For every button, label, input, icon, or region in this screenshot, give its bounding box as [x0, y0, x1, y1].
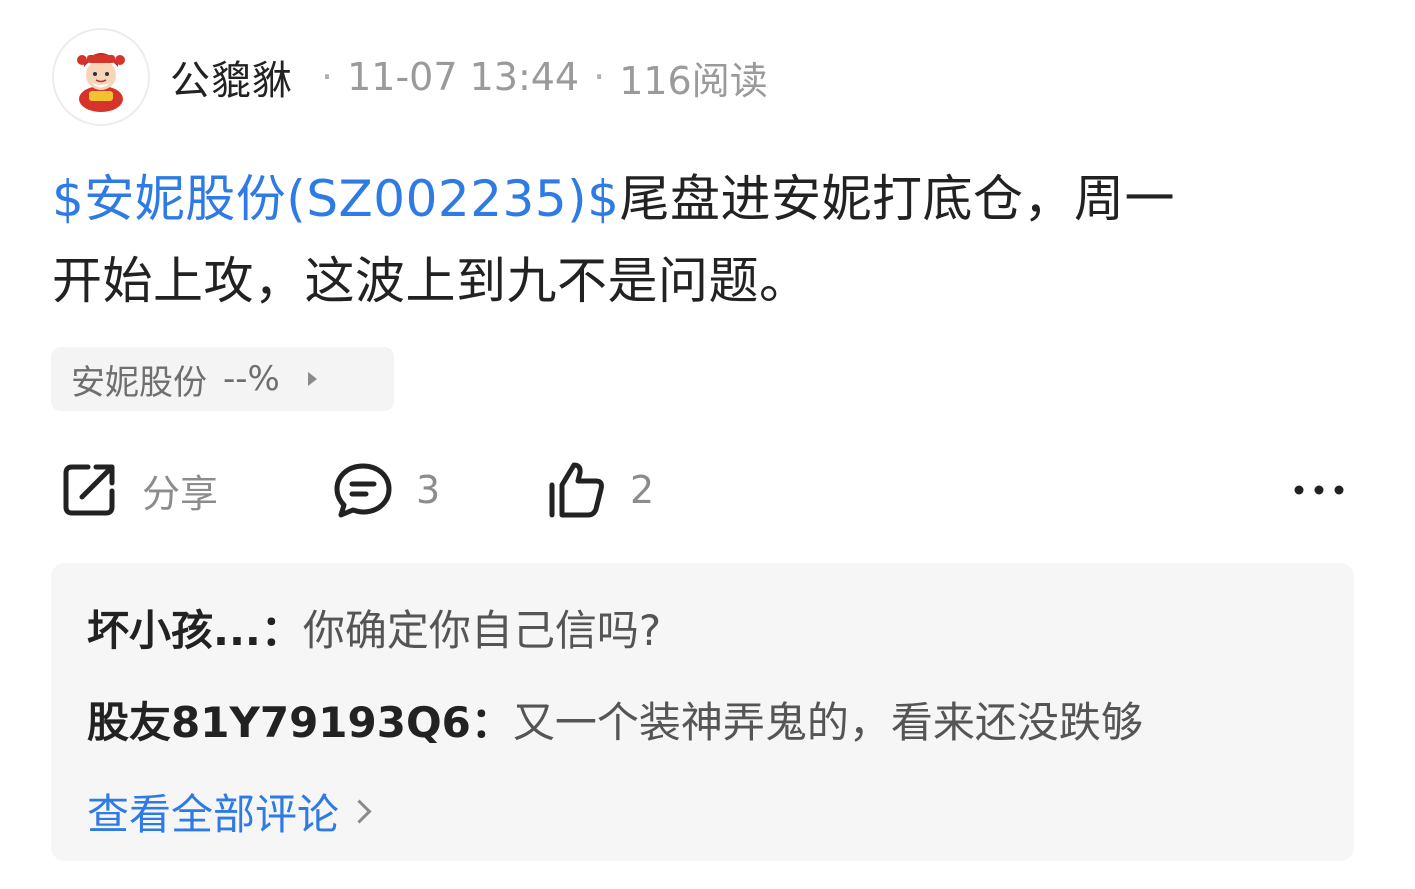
comment-text: 你确定你自己信吗?	[302, 606, 662, 655]
post-text-line1: 尾盘进安妮打底仓，周一	[619, 170, 1175, 228]
comment-item[interactable]: 股友81Y79193Q6：又一个装神弄鬼的，看来还没跌够	[87, 689, 1143, 750]
share-icon	[63, 464, 115, 516]
comment-author[interactable]: 坏小孩...：	[87, 606, 303, 655]
view-all-comments-link[interactable]: 查看全部评论	[87, 781, 372, 842]
action-bar: 分享 3 2	[52, 455, 1352, 525]
like-count: 2	[630, 468, 655, 512]
share-button[interactable]: 分享	[58, 455, 218, 525]
comments-preview: 坏小孩...：你确定你自己信吗? 股友81Y79193Q6：又一个装神弄鬼的，看…	[51, 563, 1354, 861]
more-dots-icon	[1294, 485, 1344, 495]
meta-separator: ·	[593, 55, 606, 99]
god-of-wealth-avatar-icon	[77, 53, 125, 112]
post-meta: · 11-07 13:44 · 116阅读	[307, 50, 768, 105]
avatar[interactable]	[52, 28, 150, 126]
view-all-label: 查看全部评论	[87, 790, 340, 839]
post-header: 公貔貅 · 11-07 13:44 · 116阅读	[52, 28, 768, 126]
comment-icon	[334, 463, 392, 518]
play-arrow-icon	[307, 372, 317, 386]
post-card: 公貔貅 · 11-07 13:44 · 116阅读 $安妮股份(SZ002235…	[0, 0, 1415, 889]
share-label: 分享	[142, 471, 219, 516]
thumbs-up-icon	[549, 462, 604, 518]
stock-link[interactable]: $安妮股份(SZ002235)$	[52, 170, 620, 228]
read-count: 116阅读	[619, 58, 768, 103]
author-name[interactable]: 公貔貅	[170, 48, 293, 106]
post-body: $安妮股份(SZ002235)$尾盘进安妮打底仓，周一 开始上攻，这波上到九不是…	[52, 158, 1342, 322]
meta-separator: ·	[321, 55, 334, 99]
stock-chip[interactable]: 安妮股份 --%	[51, 347, 394, 411]
comment-button[interactable]: 3	[332, 455, 440, 525]
chevron-right-icon	[347, 799, 372, 824]
comment-text: 又一个装神弄鬼的，看来还没跌够	[512, 698, 1143, 747]
stock-chip-name: 安妮股份	[71, 362, 207, 403]
post-time: 11-07 13:44	[347, 55, 580, 99]
comment-item[interactable]: 坏小孩...：你确定你自己信吗?	[87, 597, 661, 658]
post-text-line2: 开始上攻，这波上到九不是问题。	[52, 252, 810, 310]
comment-count: 3	[416, 468, 441, 512]
comment-author[interactable]: 股友81Y79193Q6：	[87, 698, 513, 747]
like-button[interactable]: 2	[546, 455, 654, 525]
stock-chip-change: --%	[223, 359, 280, 399]
more-button[interactable]	[1292, 455, 1346, 525]
